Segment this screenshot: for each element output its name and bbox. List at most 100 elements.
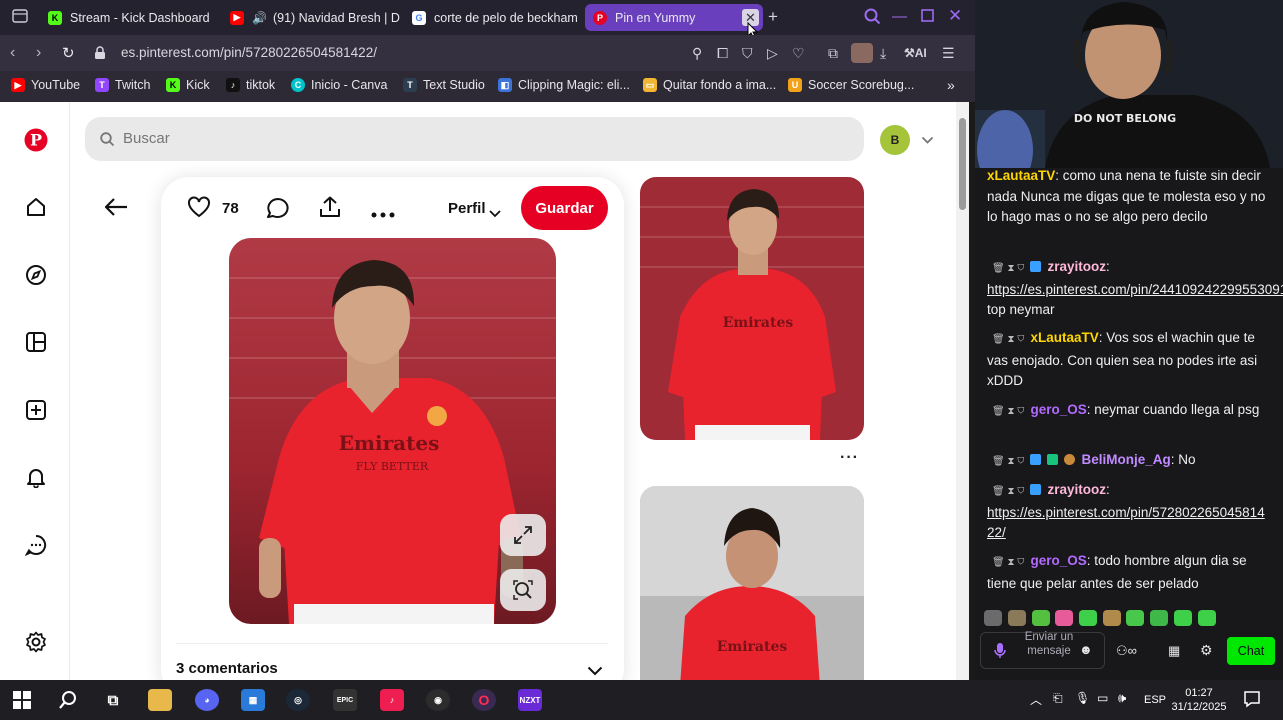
steam-icon[interactable]: ◎ (286, 689, 310, 711)
tab-youtube[interactable]: ▶ 🔊 (91) Navidad Bresh | D (222, 4, 402, 31)
bookmark-remove-bg[interactable]: ▭ Quitar fondo a ima... (643, 78, 776, 92)
chat-username[interactable]: gero_OS (1030, 402, 1086, 417)
chat-username[interactable]: zrayitooz (1047, 482, 1106, 497)
emote-icon[interactable] (1032, 610, 1050, 626)
save-button[interactable]: Guardar (521, 186, 608, 230)
visual-search-button[interactable] (500, 569, 546, 611)
related-pin-image[interactable]: Emirates (640, 486, 864, 680)
boards-icon[interactable] (22, 328, 50, 356)
bookmark-clipping-magic[interactable]: ◧ Clipping Magic: eli... (498, 78, 630, 92)
bookmark-youtube[interactable]: ▶ YouTube (11, 78, 80, 92)
network-icon[interactable]: ▭ (1097, 691, 1108, 705)
notifications-tray-icon[interactable] (1243, 690, 1261, 713)
system-clock[interactable]: 01:27 31/12/2025 (1170, 686, 1228, 714)
comment-icon[interactable] (266, 197, 290, 224)
maximize-window-icon[interactable] (921, 9, 934, 27)
bookmark-twitch[interactable]: T Twitch (95, 78, 150, 92)
usb-icon[interactable]: ⎗ (1053, 691, 1063, 706)
search-input[interactable]: Buscar (85, 117, 864, 161)
tab-pinterest[interactable]: P Pin en Yummy ✕ (585, 4, 763, 31)
shield-icon[interactable]: ⛉ (742, 45, 753, 62)
extensions-icon[interactable]: ⧉ (828, 45, 838, 62)
microphone-icon[interactable] (994, 642, 1006, 664)
discord-icon[interactable]: ◕ (195, 689, 219, 711)
share-icon[interactable] (318, 195, 342, 224)
emoji-icon[interactable]: ☻ (1079, 642, 1093, 657)
menu-icon[interactable]: ☰ (942, 45, 955, 62)
workspaces-icon[interactable] (12, 9, 28, 28)
users-icon[interactable]: ⚇∞ (1116, 643, 1137, 659)
ai-icon[interactable]: ⚒AI (904, 46, 927, 60)
pinterest-logo-icon[interactable]: P (22, 126, 50, 154)
file-explorer-icon[interactable] (148, 689, 172, 711)
bookmark-canva[interactable]: C Inicio - Canva (291, 78, 387, 92)
send-chat-button[interactable]: Chat (1227, 637, 1275, 665)
avatar[interactable]: B (880, 125, 910, 155)
expand-image-button[interactable] (500, 514, 546, 556)
notifications-icon[interactable] (22, 463, 50, 491)
account-chevron-down-icon[interactable] (921, 132, 934, 150)
task-view-icon[interactable]: ⧉ (101, 689, 125, 711)
emote-icon[interactable] (1126, 610, 1144, 626)
microsoft-store-icon[interactable]: ▦ (241, 689, 265, 711)
scrollbar-thumb[interactable] (959, 118, 966, 210)
create-icon[interactable] (22, 396, 50, 424)
explore-icon[interactable] (22, 261, 50, 289)
like-heart-icon[interactable] (187, 196, 211, 223)
messages-icon[interactable] (22, 531, 50, 559)
chat-username[interactable]: xLautaaTV (987, 168, 1055, 183)
profile-chevron-down-icon[interactable] (489, 205, 501, 223)
volume-icon[interactable]: 🕪 (1118, 690, 1126, 706)
emote-icon[interactable] (1079, 610, 1097, 626)
chat-link[interactable]: https://es.pinterest.com/pin/24410924229… (987, 282, 1283, 297)
settings-icon[interactable] (22, 628, 50, 656)
chat-username[interactable]: xLautaaTV (1030, 330, 1098, 345)
speaker-icon[interactable]: 🔊 (252, 11, 267, 25)
chevron-up-icon[interactable]: ︿ (1030, 691, 1042, 708)
comments-chevron-down-icon[interactable] (587, 663, 603, 680)
chat-username[interactable]: zrayitooz (1047, 259, 1106, 274)
pin-more-options-icon[interactable]: ··· (840, 449, 859, 467)
search-icon[interactable] (56, 689, 80, 711)
profile-dropdown[interactable]: Perfil (448, 200, 486, 217)
store-icon[interactable]: ▦ (1168, 643, 1180, 659)
bookmark-soccer-scorebug[interactable]: U Soccer Scorebug... (788, 78, 914, 92)
close-window-icon[interactable]: ✕ (948, 6, 962, 26)
emote-icon[interactable] (1055, 610, 1073, 626)
play-icon[interactable]: ▷ (767, 45, 778, 62)
heart-icon[interactable]: ♡ (792, 45, 805, 62)
more-bookmarks-icon[interactable]: » (947, 77, 955, 93)
bookmark-text-studio[interactable]: T Text Studio (403, 78, 485, 92)
tab-google-search[interactable]: G corte de pelo de beckham (404, 4, 582, 31)
chat-settings-icon[interactable]: ⚙ (1200, 642, 1213, 659)
bookmark-kick[interactable]: K Kick (166, 78, 210, 92)
back-arrow-icon[interactable] (103, 196, 129, 223)
tab-search-icon[interactable] (864, 8, 881, 30)
comments-toggle[interactable]: 3 comentarios (176, 660, 278, 677)
forward-icon[interactable]: › (36, 44, 41, 62)
language-indicator[interactable]: ESP (1144, 694, 1166, 706)
tab-kick-dashboard[interactable]: K Stream - Kick Dashboard (40, 4, 218, 31)
emote-icon[interactable] (984, 610, 1002, 626)
chat-link[interactable]: https://es.pinterest.com/pin/57280226504… (987, 505, 1265, 541)
chat-username[interactable]: gero_OS (1030, 553, 1086, 568)
chat-username[interactable]: BeliMonje_Ag (1081, 452, 1170, 467)
nzxt-icon[interactable]: NZXT (518, 689, 542, 711)
snapshot-icon[interactable]: ⧠ (717, 45, 728, 62)
obs-icon[interactable]: ◉ (426, 689, 450, 711)
back-icon[interactable]: ‹ (10, 44, 15, 62)
pin-icon[interactable]: ⚲ (692, 45, 702, 62)
new-tab-icon[interactable]: + (768, 7, 778, 27)
emote-icon[interactable] (1008, 610, 1026, 626)
tiktok-live-icon[interactable]: ♪ (380, 689, 404, 711)
emote-icon[interactable] (1150, 610, 1168, 626)
windows-start-icon[interactable] (10, 689, 34, 711)
home-icon[interactable] (22, 193, 50, 221)
epic-games-icon[interactable]: EPIC (333, 689, 357, 711)
more-options-icon[interactable] (371, 205, 395, 223)
pin-main-image[interactable]: Emirates FLY BETTER (229, 238, 556, 624)
opera-gx-icon[interactable]: O (472, 689, 496, 711)
download-icon[interactable]: ⤓ (880, 45, 886, 62)
reload-icon[interactable]: ↻ (62, 44, 75, 62)
microphone-tray-icon[interactable]: 🎙 (1075, 691, 1090, 705)
